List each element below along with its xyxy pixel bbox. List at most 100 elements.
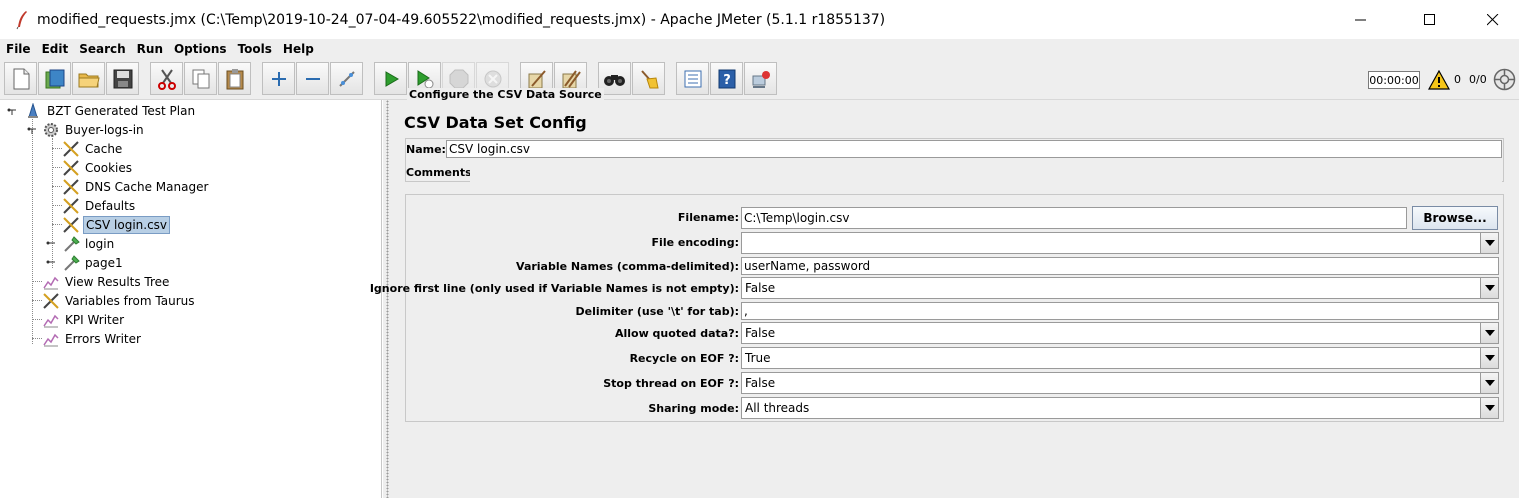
file-encoding-select[interactable] bbox=[741, 232, 1499, 254]
ignore-first-line-dropdown-button[interactable] bbox=[1480, 278, 1498, 298]
tree-node-dns-cache[interactable]: DNS Cache Manager bbox=[62, 177, 210, 196]
name-input[interactable]: CSV login.csv bbox=[446, 140, 1502, 158]
tree-node-thread-group[interactable]: Buyer-logs-in bbox=[42, 120, 146, 139]
menu-search[interactable]: Search bbox=[77, 42, 127, 56]
config-element-icon bbox=[42, 292, 60, 310]
tree-node-label: Cookies bbox=[85, 160, 132, 175]
browse-button[interactable]: Browse... bbox=[1412, 206, 1498, 230]
ignore-first-line-select[interactable]: False bbox=[741, 277, 1499, 299]
warning-count: 0 bbox=[1454, 73, 1461, 86]
sampler-icon bbox=[62, 235, 80, 253]
allow-quoted-dropdown-button[interactable] bbox=[1480, 323, 1498, 343]
reset-search-icon bbox=[640, 69, 659, 88]
tree-node-csv-login[interactable]: CSV login.csv bbox=[62, 215, 171, 234]
recycle-eof-value: True bbox=[745, 351, 771, 365]
chevron-down-icon bbox=[1484, 285, 1495, 291]
copy-icon bbox=[192, 69, 209, 88]
tree-node-test-plan[interactable]: BZT Generated Test Plan bbox=[24, 101, 197, 120]
config-element-icon bbox=[62, 140, 80, 158]
collapse-all-button[interactable] bbox=[296, 62, 329, 95]
window-title: modified_requests.jmx (C:\Temp\2019-10-2… bbox=[37, 11, 886, 28]
paste-button[interactable] bbox=[218, 62, 251, 95]
search-icon bbox=[603, 74, 625, 86]
chevron-down-icon bbox=[1484, 240, 1495, 246]
stop-thread-eof-select[interactable]: False bbox=[741, 372, 1499, 394]
start-button[interactable] bbox=[374, 62, 407, 95]
tree-node-kpi-writer[interactable]: KPI Writer bbox=[42, 310, 126, 329]
tree-expander[interactable] bbox=[27, 124, 37, 134]
variable-names-input[interactable]: userName, password bbox=[741, 257, 1499, 275]
tree-node-label: View Results Tree bbox=[65, 274, 170, 289]
stop-icon bbox=[449, 69, 468, 88]
chevron-down-icon bbox=[1484, 380, 1495, 386]
tree-node-label: Cache bbox=[85, 141, 123, 156]
tree-expander[interactable] bbox=[46, 238, 56, 248]
maximize-icon bbox=[1424, 13, 1435, 25]
filename-input[interactable]: C:\Temp\login.csv bbox=[741, 207, 1407, 229]
tree-expander[interactable] bbox=[46, 257, 56, 267]
file-encoding-dropdown-button[interactable] bbox=[1480, 233, 1498, 253]
tree-node-label: BZT Generated Test Plan bbox=[47, 103, 196, 118]
variable-names-label: Variable Names (comma-delimited): bbox=[516, 260, 739, 273]
stop-thread-eof-dropdown-button[interactable] bbox=[1480, 373, 1498, 393]
copy-button[interactable] bbox=[184, 62, 217, 95]
menu-run[interactable]: Run bbox=[135, 42, 165, 56]
tree-node-page1[interactable]: page1 bbox=[62, 253, 125, 272]
tree-node-cookies[interactable]: Cookies bbox=[62, 158, 134, 177]
sharing-mode-value: All threads bbox=[745, 401, 810, 415]
feather-icon bbox=[10, 8, 34, 32]
warning-icon[interactable] bbox=[1428, 70, 1450, 90]
clear-icon bbox=[528, 69, 546, 88]
maximize-button[interactable] bbox=[1407, 0, 1453, 39]
allow-quoted-select[interactable]: False bbox=[741, 322, 1499, 344]
function-helper-button[interactable] bbox=[676, 62, 709, 95]
tree-node-login[interactable]: login bbox=[62, 234, 116, 253]
tree-node-errors-writer[interactable]: Errors Writer bbox=[42, 329, 143, 348]
recycle-eof-dropdown-button[interactable] bbox=[1480, 348, 1498, 368]
title-bar: modified_requests.jmx (C:\Temp\2019-10-2… bbox=[0, 0, 1519, 39]
menu-tools[interactable]: Tools bbox=[236, 42, 274, 56]
close-button[interactable] bbox=[1470, 0, 1516, 39]
listener-icon bbox=[42, 273, 60, 291]
sharing-mode-dropdown-button[interactable] bbox=[1480, 398, 1498, 418]
templates-button[interactable] bbox=[38, 62, 71, 95]
split-pane-divider[interactable] bbox=[383, 100, 392, 498]
tree-expander[interactable] bbox=[7, 105, 17, 115]
collapse-icon bbox=[305, 77, 320, 80]
menu-help[interactable]: Help bbox=[281, 42, 316, 56]
remote-button[interactable] bbox=[744, 62, 777, 95]
comments-label: Comments: bbox=[406, 166, 477, 179]
close-icon bbox=[1487, 13, 1499, 25]
menu-bar: File Edit Search Run Options Tools Help bbox=[0, 39, 1519, 59]
tree-line bbox=[32, 319, 42, 320]
save-button[interactable] bbox=[106, 62, 139, 95]
tree-node-variables[interactable]: Variables from Taurus bbox=[42, 291, 197, 310]
cut-button[interactable] bbox=[150, 62, 183, 95]
open-button[interactable] bbox=[72, 62, 105, 95]
minimize-button[interactable] bbox=[1338, 0, 1384, 39]
tree-node-view-results[interactable]: View Results Tree bbox=[42, 272, 171, 291]
tree-node-label: DNS Cache Manager bbox=[85, 179, 209, 194]
sharing-mode-label: Sharing mode: bbox=[648, 402, 739, 415]
recycle-eof-select[interactable]: True bbox=[741, 347, 1499, 369]
help-button[interactable]: ? bbox=[710, 62, 743, 95]
expand-all-button[interactable] bbox=[262, 62, 295, 95]
tree-node-label: Errors Writer bbox=[65, 331, 141, 346]
menu-edit[interactable]: Edit bbox=[40, 42, 71, 56]
menu-options[interactable]: Options bbox=[172, 42, 229, 56]
delimiter-input[interactable]: , bbox=[741, 302, 1499, 320]
sharing-mode-select[interactable]: All threads bbox=[741, 397, 1499, 419]
new-button[interactable] bbox=[4, 62, 37, 95]
tree-node-cache[interactable]: Cache bbox=[62, 139, 124, 158]
menu-file[interactable]: File bbox=[4, 42, 33, 56]
tree-node-defaults[interactable]: Defaults bbox=[62, 196, 137, 215]
comments-input[interactable] bbox=[470, 164, 1502, 182]
paste-icon bbox=[226, 68, 243, 89]
tree-line bbox=[52, 224, 62, 225]
reset-search-button[interactable] bbox=[632, 62, 665, 95]
save-icon bbox=[113, 69, 132, 88]
remote-icon bbox=[752, 70, 770, 88]
toggle-button[interactable] bbox=[330, 62, 363, 95]
csv-source-title: Configure the CSV Data Source bbox=[407, 88, 604, 101]
tree-node-label: login bbox=[85, 236, 115, 251]
